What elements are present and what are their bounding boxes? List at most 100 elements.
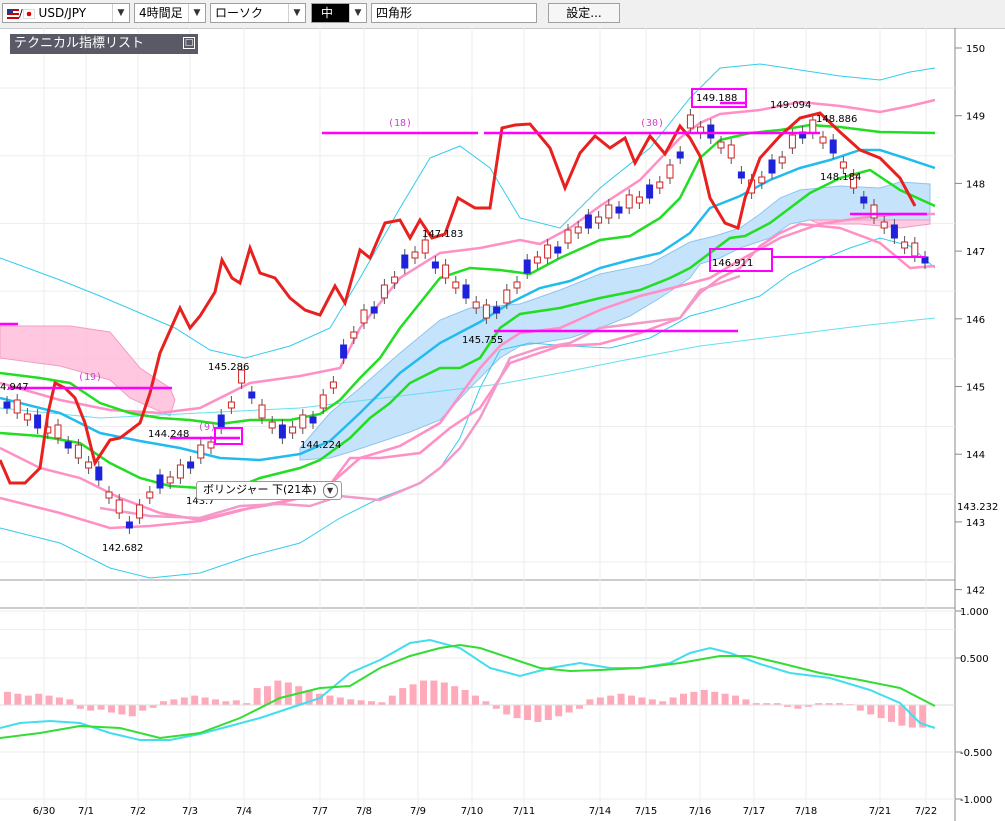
- date-tick-label: 7/22: [915, 806, 937, 817]
- macd-bar: [118, 705, 126, 715]
- candle-body: [819, 136, 827, 144]
- macd-bar: [659, 701, 667, 705]
- candle-body: [513, 281, 521, 289]
- candle-body: [380, 284, 388, 299]
- tooltip-text: ボリンジャー 下(21本): [203, 483, 317, 496]
- macd-bar: [368, 701, 375, 705]
- shape-field[interactable]: 四角形: [371, 3, 537, 23]
- macd-bar: [357, 700, 365, 705]
- candle-body: [503, 289, 511, 304]
- timeframe-select[interactable]: 4時間足 ▼: [134, 3, 206, 23]
- macd-bar: [721, 693, 729, 705]
- macd-bar: [201, 697, 209, 705]
- macd-bar: [742, 699, 750, 705]
- macd-bar: [794, 705, 802, 709]
- price-label: 144.248: [148, 429, 189, 440]
- candle-body: [625, 194, 633, 209]
- date-tick-label: 7/7: [312, 806, 328, 817]
- date-tick-label: 6/30: [33, 806, 55, 817]
- date-tick-label: 7/14: [589, 806, 611, 817]
- macd-bar: [440, 682, 448, 705]
- chart-type-select[interactable]: ローソク ▼: [210, 3, 306, 23]
- candle-body: [554, 246, 562, 254]
- candle-body: [666, 164, 674, 179]
- candle-body: [13, 399, 21, 414]
- price-label: 149.188: [696, 93, 737, 104]
- macd-bar: [472, 695, 479, 705]
- macd-bar: [565, 705, 573, 713]
- price-label: 144.224: [300, 440, 341, 451]
- macd-bar: [461, 689, 469, 705]
- candle-body: [523, 259, 531, 274]
- macd-bar: [690, 691, 698, 705]
- price-tick-label: 143: [966, 518, 985, 529]
- price-tick-label: 146: [966, 315, 985, 326]
- macd-bar: [128, 705, 136, 717]
- settings-button[interactable]: 設定...: [548, 3, 620, 23]
- macd-bar: [492, 705, 500, 709]
- chevron-down-icon[interactable]: ▼: [188, 4, 205, 22]
- candle-body: [676, 151, 684, 159]
- candle-body: [299, 414, 307, 429]
- date-tick-label: 7/16: [689, 806, 711, 817]
- count-label: (18): [388, 118, 412, 129]
- candle-body: [656, 181, 664, 189]
- candle-body: [85, 461, 93, 469]
- candle-body: [319, 394, 327, 409]
- candle-body: [809, 119, 817, 134]
- price-label: 147.183: [422, 229, 463, 240]
- candle-body: [431, 261, 439, 269]
- chevron-down-icon[interactable]: ▼: [112, 4, 129, 22]
- candle-body: [187, 461, 195, 469]
- candle-body: [860, 196, 868, 204]
- date-tick-label: 7/3: [182, 806, 198, 817]
- candle-body: [350, 331, 358, 339]
- symbol-select[interactable]: / USD/JPY ▼: [2, 3, 130, 23]
- candle-body: [278, 424, 286, 439]
- indicator-list-title: テクニカル指標リスト: [14, 36, 145, 51]
- candle-body: [23, 413, 31, 421]
- chevron-down-icon[interactable]: ▼: [322, 483, 338, 498]
- candle-body: [595, 216, 603, 224]
- macd-bar: [711, 691, 719, 705]
- price-label: 145.286: [208, 362, 249, 373]
- candle-body: [533, 256, 541, 264]
- candle-body: [391, 276, 399, 284]
- candle-body: [268, 421, 276, 429]
- indicator-list-panel[interactable]: テクニカル指標リスト □: [10, 34, 198, 54]
- chevron-down-icon[interactable]: ▼: [288, 4, 305, 22]
- macd-bar: [87, 705, 95, 711]
- macd-bar: [388, 695, 396, 705]
- candle-body: [635, 196, 643, 204]
- candle-body: [34, 414, 42, 429]
- macd-bar: [76, 705, 84, 709]
- candle-body: [778, 156, 786, 164]
- macd-bar: [284, 682, 292, 705]
- candle-body: [462, 284, 470, 299]
- date-tick-label: 7/11: [513, 806, 535, 817]
- osc-tick-label: 1.000: [960, 607, 989, 618]
- candle-body: [493, 306, 501, 314]
- macd-bar: [732, 695, 739, 705]
- price-label: 4.947: [0, 382, 29, 393]
- candle-body: [768, 159, 776, 174]
- candle-body: [258, 404, 266, 419]
- macd-bar: [877, 705, 885, 719]
- macd-bar: [430, 680, 438, 705]
- candle-body: [176, 464, 184, 479]
- macd-bar: [45, 695, 53, 705]
- chevron-down-icon[interactable]: ▼: [349, 4, 366, 22]
- candle-body: [289, 426, 297, 434]
- macd-bar: [856, 705, 864, 711]
- candle-body: [717, 141, 725, 149]
- candle-body: [646, 184, 654, 199]
- candle-body: [411, 251, 419, 259]
- candle-body: [564, 229, 572, 244]
- macd-bar: [191, 695, 199, 705]
- macd-bar: [638, 697, 646, 705]
- minimize-icon[interactable]: □: [183, 37, 195, 49]
- chart-area[interactable]: 150 149 148 147 146 145 144 143 142 143.232 1.000…: [0, 28, 1005, 821]
- line-width-select[interactable]: 中 ▼: [311, 3, 367, 23]
- macd-bar: [680, 693, 687, 705]
- macd-bar: [617, 693, 625, 705]
